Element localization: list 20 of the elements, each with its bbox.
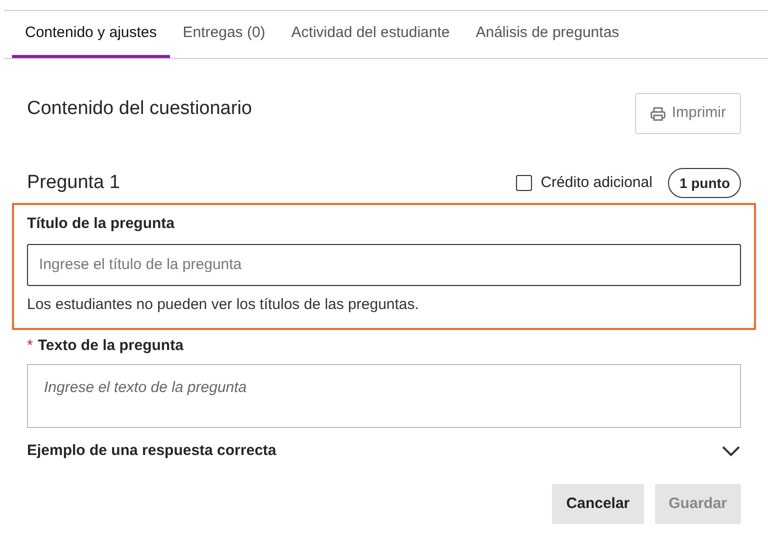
tab[interactable]: Análisis de preguntas: [462, 11, 632, 58]
checkbox-label: Crédito adicional: [540, 172, 652, 193]
field-label: Título de la pregunta: [27, 214, 176, 234]
checkbox[interactable]: [516, 175, 532, 191]
section-title: Contenido del cuestionario: [27, 97, 252, 121]
action-button[interactable]: Cancelar: [552, 484, 644, 524]
tab[interactable]: Entregas (0): [170, 11, 278, 58]
help-text: Los estudiantes no pueden ver los títulos de las preguntas.: [27, 294, 420, 314]
required-mark: *: [27, 336, 33, 356]
input-field[interactable]: Ingrese el título de la pregunta: [27, 244, 741, 286]
tab[interactable]: Contenido y ajustes: [12, 11, 170, 58]
points-pill[interactable]: 1 punto: [668, 168, 741, 198]
tab[interactable]: Actividad del estudiante: [278, 11, 463, 58]
field-label: Texto de la pregunta: [38, 336, 184, 356]
printer-icon: [650, 106, 666, 122]
chevron-icon: [721, 444, 741, 457]
print-button[interactable]: Imprimir: [634, 93, 741, 134]
text-area[interactable]: Ingrese el texto de la pregunta: [27, 364, 741, 428]
question-title: Pregunta 1: [27, 170, 120, 195]
accordion-header[interactable]: Ejemplo de una respuesta correcta: [27, 440, 741, 462]
